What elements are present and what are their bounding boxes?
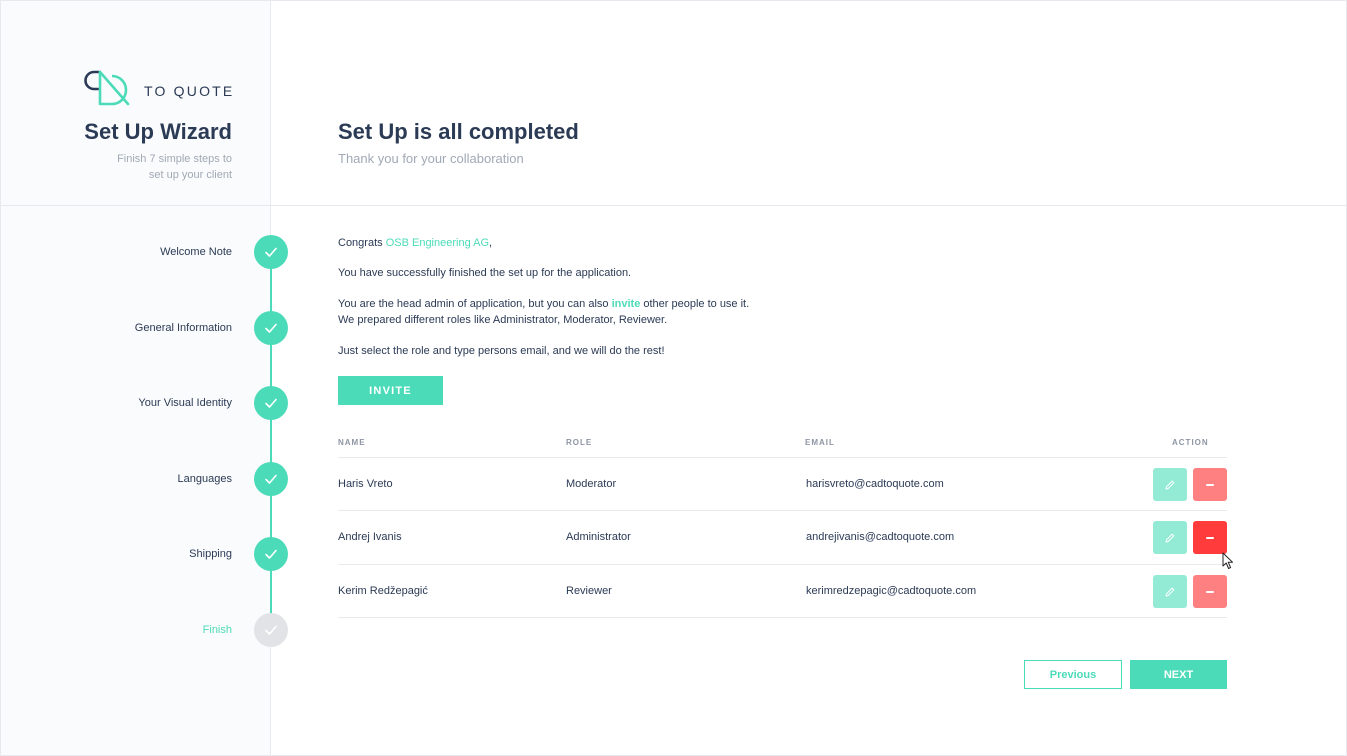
edit-button[interactable] <box>1153 575 1187 608</box>
column-header-email: EMAIL <box>805 438 835 447</box>
user-name: Andrej Ivanis <box>338 531 402 543</box>
wizard-title: Set Up Wizard <box>84 119 232 144</box>
next-button[interactable]: NEXT <box>1130 660 1227 689</box>
congrats-suffix: , <box>489 237 493 249</box>
previous-button[interactable]: Previous <box>1024 660 1122 689</box>
column-header-name: NAME <box>338 438 366 447</box>
user-name: Haris Vreto <box>338 478 393 490</box>
check-icon <box>265 474 277 484</box>
pencil-icon <box>1165 587 1175 596</box>
step-label: Finish <box>202 624 232 636</box>
step-shipping[interactable]: Shipping <box>0 537 290 571</box>
admin-prefix: You are the head admin of application, b… <box>338 298 612 310</box>
user-name: Kerim Redžepagić <box>338 585 428 597</box>
column-header-role: ROLE <box>566 438 593 447</box>
remove-button[interactable] <box>1193 468 1227 501</box>
user-role: Reviewer <box>566 585 612 597</box>
admin-suffix: other people to use it. <box>640 298 750 310</box>
step-done-indicator <box>254 386 288 420</box>
check-icon <box>265 549 277 559</box>
success-text: You have successfully finished the set u… <box>338 267 632 279</box>
congrats-line: Congrats OSB Engineering AG, <box>338 235 492 252</box>
check-icon <box>265 323 277 333</box>
page-subtitle: Thank you for your collaboration <box>338 151 524 166</box>
user-role: Moderator <box>566 478 617 490</box>
pencil-icon <box>1165 480 1175 489</box>
logo-icon <box>84 70 130 106</box>
congrats-prefix: Congrats <box>338 237 386 249</box>
check-icon <box>265 625 277 635</box>
invite-button[interactable]: INVITE <box>338 376 443 405</box>
user-email: andrejivanis@cadtoquote.com <box>806 531 955 543</box>
instruction-text: Just select the role and type persons em… <box>338 345 665 357</box>
wizard-subtitle: Finish 7 simple steps to set up your cli… <box>60 152 232 183</box>
pencil-icon <box>1165 533 1175 542</box>
table-row: Kerim Redžepagić Reviewer kerimredzepagi… <box>338 564 1227 618</box>
header-divider <box>1 205 1346 206</box>
company-name: OSB Engineering AG <box>385 237 490 249</box>
cursor-icon <box>1222 552 1233 569</box>
edit-button[interactable] <box>1153 521 1187 554</box>
column-header-action: ACTION <box>1172 438 1209 447</box>
table-row: Andrej Ivanis Administrator andrejivanis… <box>338 510 1227 564</box>
user-email: harisvreto@cadtoquote.com <box>806 478 944 490</box>
minus-icon <box>1206 483 1214 486</box>
step-visual-identity[interactable]: Your Visual Identity <box>0 386 290 420</box>
step-done-indicator <box>254 311 288 345</box>
step-done-indicator <box>254 235 288 269</box>
table-row: Haris Vreto Moderator harisvreto@cadtoqu… <box>338 457 1227 511</box>
remove-button[interactable] <box>1193 575 1227 608</box>
wizard-subtitle-line2: set up your client <box>148 168 232 181</box>
user-role: Administrator <box>566 531 631 543</box>
admin-text: You are the head admin of application, b… <box>338 296 749 313</box>
step-languages[interactable]: Languages <box>0 462 290 496</box>
step-finish[interactable]: Finish <box>0 613 290 647</box>
check-icon <box>265 398 277 408</box>
step-connector-line <box>270 252 272 630</box>
step-label: Shipping <box>189 548 232 560</box>
user-email: kerimredzepagic@cadtoquote.com <box>806 585 977 597</box>
step-label: General Information <box>134 322 232 334</box>
step-label: Welcome Note <box>160 246 232 258</box>
step-welcome-note[interactable]: Welcome Note <box>0 235 290 269</box>
minus-icon <box>1206 536 1214 539</box>
step-current-indicator <box>254 613 288 647</box>
step-done-indicator <box>254 462 288 496</box>
step-general-information[interactable]: General Information <box>0 311 290 345</box>
step-label: Your Visual Identity <box>138 397 232 409</box>
logo-text: TO QUOTE <box>144 83 235 99</box>
step-label: Languages <box>177 473 232 485</box>
wizard-subtitle-line1: Finish 7 simple steps to <box>117 153 232 165</box>
step-done-indicator <box>254 537 288 571</box>
roles-text: We prepared different roles like Adminis… <box>338 314 668 326</box>
page-title: Set Up is all completed <box>338 119 579 144</box>
remove-button[interactable] <box>1193 521 1227 554</box>
logo: TO QUOTE <box>84 70 234 108</box>
minus-icon <box>1206 590 1214 593</box>
invite-link[interactable]: invite <box>612 298 641 310</box>
edit-button[interactable] <box>1153 468 1187 501</box>
check-icon <box>265 247 277 257</box>
